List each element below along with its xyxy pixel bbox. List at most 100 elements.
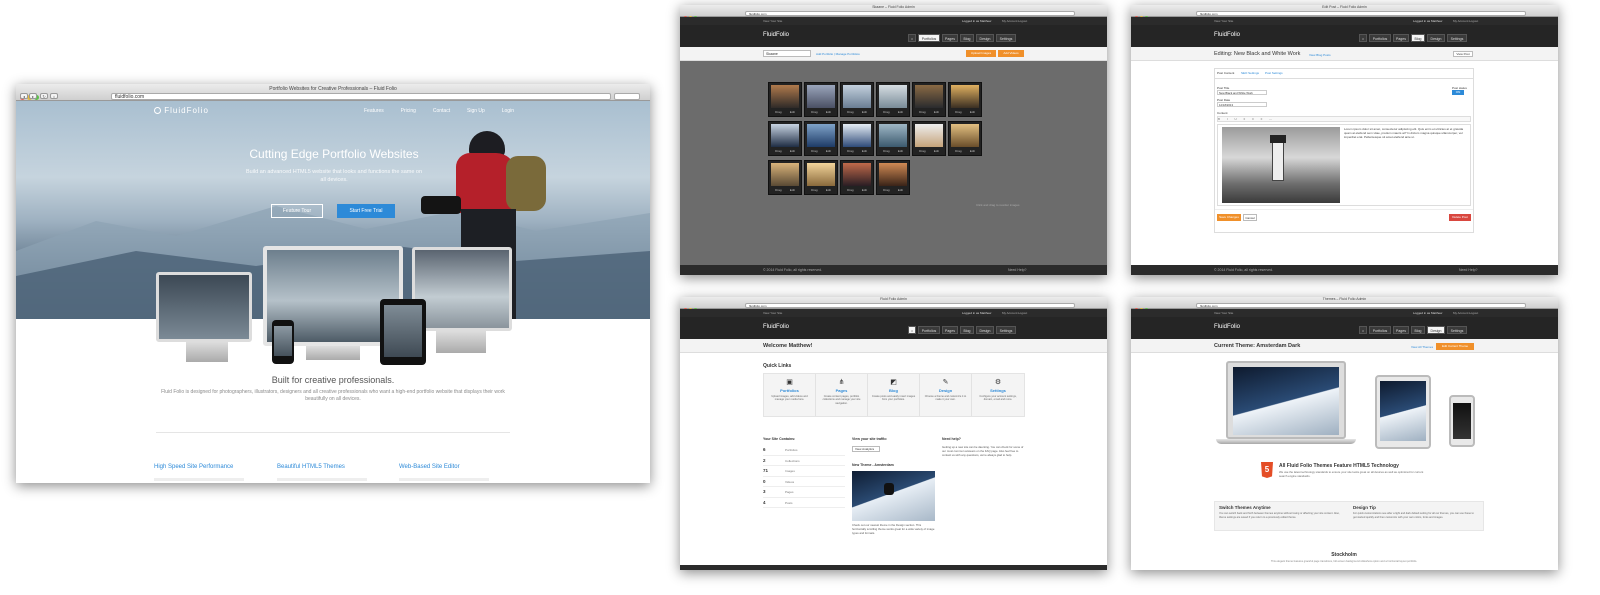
drag-handle[interactable]: Drag [811,110,818,114]
edit-current-theme-button[interactable]: Edit Current Theme [1436,343,1474,350]
drag-handle[interactable]: Drag [775,188,782,192]
delete-post-button[interactable]: Delete Post [1449,214,1471,221]
quick-link-blog[interactable]: ◩ Blog Create posts and easily insert imag… [868,374,920,416]
new-theme-image[interactable] [852,471,935,521]
quick-link-settings[interactable]: ⚙ Settings Configure your account settings… [972,374,1024,416]
editor-content[interactable]: Lorem ipsum dolor sit amet, consectetur … [1217,124,1471,206]
add-videos-button[interactable]: Add Videos [998,50,1024,57]
drag-handle[interactable]: Drag [847,188,854,192]
edit-link[interactable]: Edit [862,149,867,153]
portfolio-thumbnail[interactable]: Drag Edit [876,82,910,117]
edit-link[interactable]: Edit [826,149,831,153]
portfolio-thumbnail[interactable]: Drag Edit [840,82,874,117]
edit-link[interactable]: Edit [934,149,939,153]
admin-logo[interactable]: FluidFolio [1214,32,1240,38]
portfolio-thumbnail[interactable]: Drag Edit [768,121,802,156]
drag-handle[interactable]: Drag [775,110,782,114]
search-box[interactable] [614,93,640,100]
admin-logo[interactable]: FluidFolio [763,32,789,38]
edit-link[interactable]: Edit [826,110,831,114]
feature-editor[interactable]: Web-Based Site Editor [399,464,460,470]
portfolio-thumbnail[interactable]: Drag Edit [768,160,802,195]
nav-signup[interactable]: Sign Up [467,108,485,114]
admin-logo[interactable]: FluidFolio [763,324,789,330]
address-bar[interactable]: fluidfolio.com [1196,303,1526,308]
menu-blog[interactable]: Blog [1411,34,1425,42]
view-analytics-button[interactable]: View Analytics [852,446,880,452]
portfolio-links[interactable]: Add Portfolio | Manage Portfolios [816,52,860,56]
help-link[interactable]: Need Help? [1008,265,1026,275]
menu-home-icon[interactable]: ⌂ [908,34,916,42]
view-all-themes-link[interactable]: View All Themes [1411,345,1433,349]
edit-link[interactable]: Edit [790,110,795,114]
logout-link[interactable]: Logout [1018,309,1027,317]
view-site-link[interactable]: View Your Site [1214,17,1233,25]
edit-link[interactable]: Edit [790,188,795,192]
menu-portfolios[interactable]: Portfolios [918,326,940,334]
my-account-link[interactable]: My Account [1453,17,1469,25]
upload-images-button[interactable]: Upload Images [966,50,996,57]
post-date-input[interactable]: 12/18/2013 [1217,102,1267,107]
drag-handle[interactable]: Drag [883,110,890,114]
logout-link[interactable]: Logout [1469,309,1478,317]
drag-handle[interactable]: Drag [955,149,962,153]
view-site-link[interactable]: View Your Site [763,309,782,317]
edit-link[interactable]: Edit [934,110,939,114]
portfolio-thumbnail[interactable]: Drag Edit [804,121,838,156]
quick-link-design[interactable]: ✎ Design Choose a theme and customize it t… [920,374,972,416]
my-account-link[interactable]: My Account [1002,17,1018,25]
reload-button[interactable]: ↻ [40,93,48,99]
quick-link-pages[interactable]: ⋔ Pages Create content pages, portfolio co… [816,374,868,416]
edit-link[interactable]: Edit [898,110,903,114]
quick-link-portfolios[interactable]: ▣ Portfolios Upload images, add videos and… [764,374,816,416]
admin-logo[interactable]: FluidFolio [1214,324,1240,330]
my-account-link[interactable]: My Account [1453,309,1469,317]
menu-pages[interactable]: Pages [1393,326,1409,334]
edit-link[interactable]: Edit [970,110,975,114]
portfolio-thumbnail[interactable]: Drag Edit [804,82,838,117]
menu-pages[interactable]: Pages [942,34,958,42]
nav-login[interactable]: Login [502,108,514,114]
view-site-link[interactable]: View Your Site [1214,309,1233,317]
my-account-link[interactable]: My Account [1002,309,1018,317]
tab-post-content[interactable]: Post Content [1217,71,1234,75]
menu-pages[interactable]: Pages [1393,34,1409,42]
nav-contact[interactable]: Contact [433,108,450,114]
logout-link[interactable]: Logout [1469,17,1478,25]
edit-link[interactable]: Edit [862,188,867,192]
portfolio-thumbnail[interactable]: Drag Edit [912,82,946,117]
portfolio-thumbnail[interactable]: Drag Edit [912,121,946,156]
portfolio-thumbnail[interactable]: Drag Edit [768,82,802,117]
view-post-button[interactable]: View Post [1453,51,1473,57]
post-title-input[interactable]: New Black and White Work [1217,90,1267,95]
menu-design[interactable]: Design [976,34,994,42]
portfolio-thumbnail[interactable]: Drag Edit [948,121,982,156]
edit-link[interactable]: Edit [970,149,975,153]
portfolio-thumbnail[interactable]: Drag Edit [840,160,874,195]
menu-home-icon[interactable]: ⌂ [1359,34,1367,42]
portfolio-select[interactable]: Skaane [763,50,811,57]
drag-handle[interactable]: Drag [883,188,890,192]
edit-link[interactable]: Edit [898,188,903,192]
drag-handle[interactable]: Drag [811,188,818,192]
drag-handle[interactable]: Drag [919,149,926,153]
back-button[interactable]: ◂ [20,93,28,99]
site-logo[interactable]: FluidFolio [154,106,209,115]
feature-themes[interactable]: Beautiful HTML5 Themes [277,464,345,470]
portfolio-thumbnail[interactable]: Drag Edit [948,82,982,117]
nav-features[interactable]: Features [364,108,384,114]
menu-settings[interactable]: Settings [1447,34,1467,42]
drag-handle[interactable]: Drag [775,149,782,153]
menu-home-icon[interactable]: ⌂ [908,326,916,334]
tab-post-settings[interactable]: Post Settings [1265,71,1283,75]
menu-design[interactable]: Design [1427,34,1445,42]
home-button[interactable]: ⌂ [50,93,58,99]
drag-handle[interactable]: Drag [847,149,854,153]
drag-handle[interactable]: Drag [847,110,854,114]
address-bar[interactable]: fluidfolio.com [745,303,1075,308]
start-free-trial-button[interactable]: Start Free Trial [337,204,395,218]
drag-handle[interactable]: Drag [883,149,890,153]
view-site-link[interactable]: View Your Site [763,17,782,25]
menu-blog[interactable]: Blog [1411,326,1425,334]
cancel-button[interactable]: Cancel [1243,214,1257,221]
